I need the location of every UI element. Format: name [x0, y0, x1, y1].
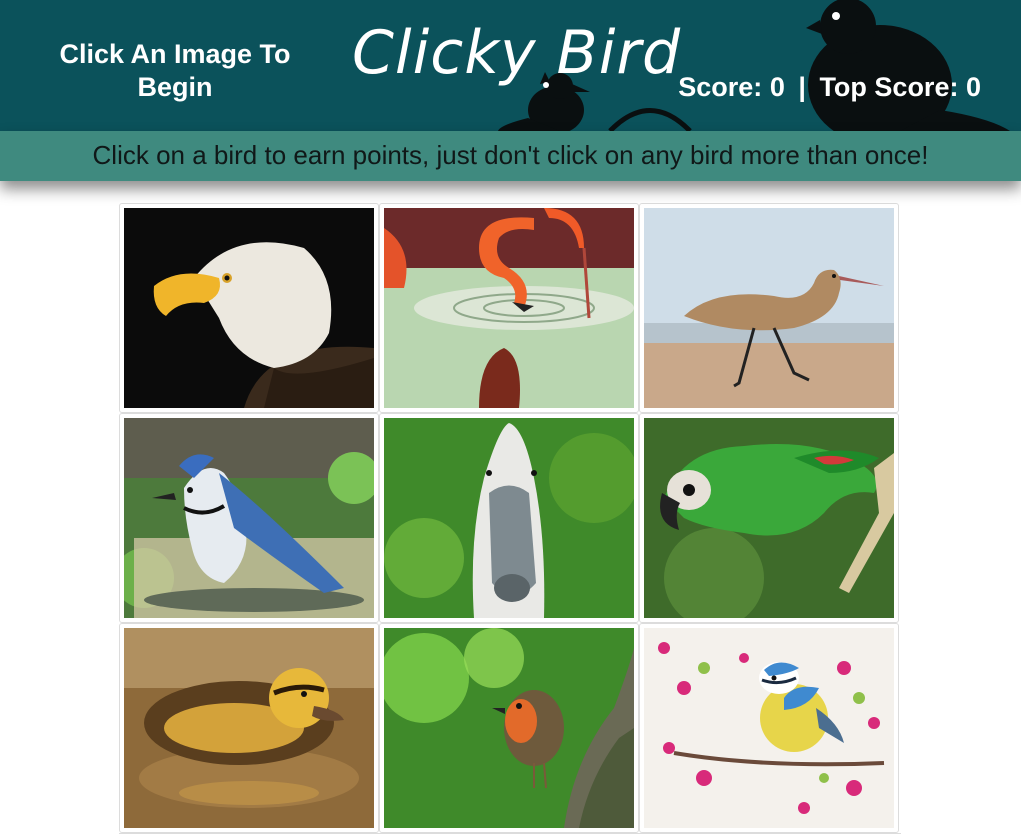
bird-card-robin[interactable] — [379, 623, 639, 833]
goose-image — [384, 418, 634, 618]
duckling-image — [124, 628, 374, 828]
blue-jay-image — [124, 418, 374, 618]
flamingo-image — [384, 208, 634, 408]
bird-card-goose[interactable] — [379, 413, 639, 623]
game-status-message: Click An Image To Begin — [59, 39, 291, 102]
score-separator: | — [798, 72, 806, 102]
blue-tit-image — [644, 628, 894, 828]
bird-card-duckling[interactable] — [119, 623, 379, 833]
bird-card-grid — [119, 203, 901, 833]
header: Click An Image To Begin Clicky Bird Scor… — [0, 0, 1021, 131]
score-label: Score: — [678, 72, 763, 102]
bird-card-blue-tit[interactable] — [639, 623, 899, 833]
bird-card-flamingo[interactable] — [379, 203, 639, 413]
instructions-text: Click on a bird to earn points, just don… — [92, 140, 929, 170]
bird-card-bald-eagle[interactable] — [119, 203, 379, 413]
app-title: Clicky Bird — [352, 18, 682, 88]
bald-eagle-image — [124, 208, 374, 408]
bird-card-blue-jay[interactable] — [119, 413, 379, 623]
godwit-image — [644, 208, 894, 408]
bird-card-macaw[interactable] — [639, 413, 899, 623]
robin-image — [384, 628, 634, 828]
instructions-banner: Click on a bird to earn points, just don… — [0, 131, 1021, 181]
top-score-value: 0 — [965, 72, 981, 102]
bird-grid-next-row-edge — [119, 833, 901, 838]
score-display: Score: 0 | Top Score: 0 — [678, 72, 981, 103]
bird-card-godwit[interactable] — [639, 203, 899, 413]
score-value: 0 — [769, 72, 785, 102]
top-score-label: Top Score: — [819, 72, 959, 102]
macaw-image — [644, 418, 894, 618]
